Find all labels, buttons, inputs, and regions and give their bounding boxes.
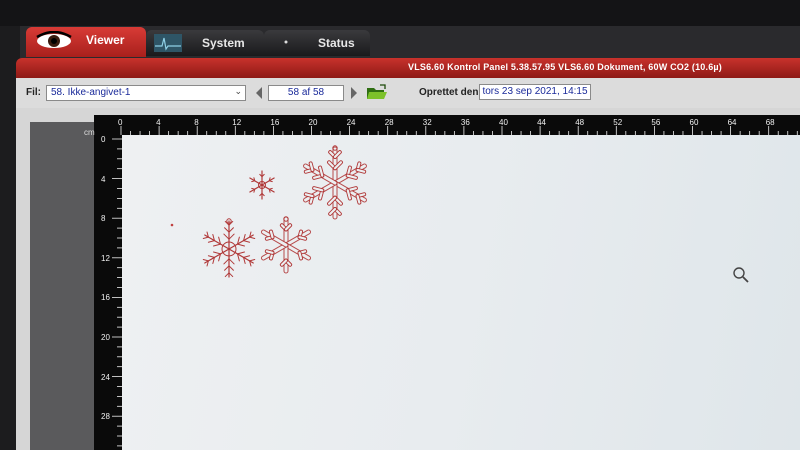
tab-viewer-label: Viewer [86, 33, 125, 47]
laser-control-panel: Viewer System Status VLS6.60 Kontrol Pan… [0, 0, 800, 450]
ruler-left-tick-label: 4 [101, 174, 106, 184]
ruler-top-tick-label: 44 [537, 118, 546, 127]
title-text: VLS6.60 Kontrol Panel 5.38.57.95 VLS6.60… [408, 62, 722, 72]
ruler-left-tick-label: 12 [101, 253, 110, 263]
arrow-left-icon[interactable] [254, 85, 264, 101]
ruler-top-tick-label: 16 [270, 118, 280, 127]
ruler-top-tick-label: 20 [308, 118, 318, 127]
ruler-top-tick-label: 48 [575, 118, 585, 127]
engraving-workspace[interactable] [122, 135, 800, 450]
snowflake-detailed [202, 220, 256, 278]
page-counter: 58 af 58 [268, 85, 344, 101]
origin-marker [170, 223, 174, 227]
tab-system-label: System [202, 36, 245, 50]
page-counter-value: 58 af 58 [287, 87, 325, 98]
ruler-top-tick-label: 56 [651, 118, 661, 127]
created-date-value: tors 23 sep 2021, 14:15 [482, 86, 588, 97]
magnifier-icon[interactable] [732, 266, 750, 284]
ruler-top-tick-label: 24 [346, 118, 356, 127]
ruler-left-tick-label: 8 [101, 214, 106, 224]
ruler-top-tick-label: 64 [727, 118, 737, 127]
snowflake-medium-outline [260, 216, 312, 274]
ruler-top-tick-label: 12 [232, 118, 242, 127]
chevron-down-icon: ⌄ [234, 86, 242, 96]
snowflake-large-outline [303, 146, 367, 220]
ruler-top-tick-label: 68 [765, 118, 775, 127]
ruler-left-tick-label: 0 [101, 135, 106, 144]
file-select[interactable]: 58. Ikke-angivet-1 ⌄ [46, 85, 246, 101]
ruler-top-tick-label: 40 [499, 118, 508, 127]
ruler-left-tick-label: 28 [101, 412, 110, 422]
title-bar: VLS6.60 Kontrol Panel 5.38.57.95 VLS6.60… [16, 58, 800, 78]
status-icon [284, 40, 288, 44]
tab-status-label: Status [318, 36, 355, 50]
created-date: tors 23 sep 2021, 14:15 [479, 84, 591, 100]
ruler-left-tick-label: 16 [101, 293, 110, 303]
folder-open-icon[interactable] [366, 84, 388, 102]
file-select-value: 58. Ikke-angivet-1 [51, 87, 131, 98]
ruler-top-tick-label: 0 [118, 118, 123, 127]
ruler-top-tick-label: 4 [156, 118, 161, 127]
monitor-bezel [0, 0, 800, 26]
ruler-top-tick-label: 52 [613, 118, 623, 127]
workspace-artwork [170, 145, 367, 278]
ruler-left-tick-label: 24 [101, 372, 110, 382]
waveform-icon [154, 34, 182, 52]
ruler-left-tick-label: 20 [101, 333, 110, 342]
ruler-top-tick-label: 36 [460, 118, 470, 127]
ruler-top-tick-label: 32 [422, 118, 432, 127]
ruler-top-tick-label: 28 [384, 118, 394, 127]
created-label: Oprettet den: [419, 87, 482, 98]
file-label: Fil: [26, 87, 41, 98]
ruler-top-tick-label: 60 [689, 118, 699, 127]
tab-viewer[interactable]: Viewer [26, 27, 146, 57]
left-gutter [30, 122, 94, 450]
snowflake-small [249, 170, 275, 200]
eye-icon [36, 31, 72, 48]
ruler-top-tick-label: 8 [194, 118, 199, 127]
tab-status[interactable]: Status [264, 30, 370, 56]
arrow-right-icon[interactable] [349, 85, 359, 101]
tab-system[interactable]: System [146, 30, 264, 56]
